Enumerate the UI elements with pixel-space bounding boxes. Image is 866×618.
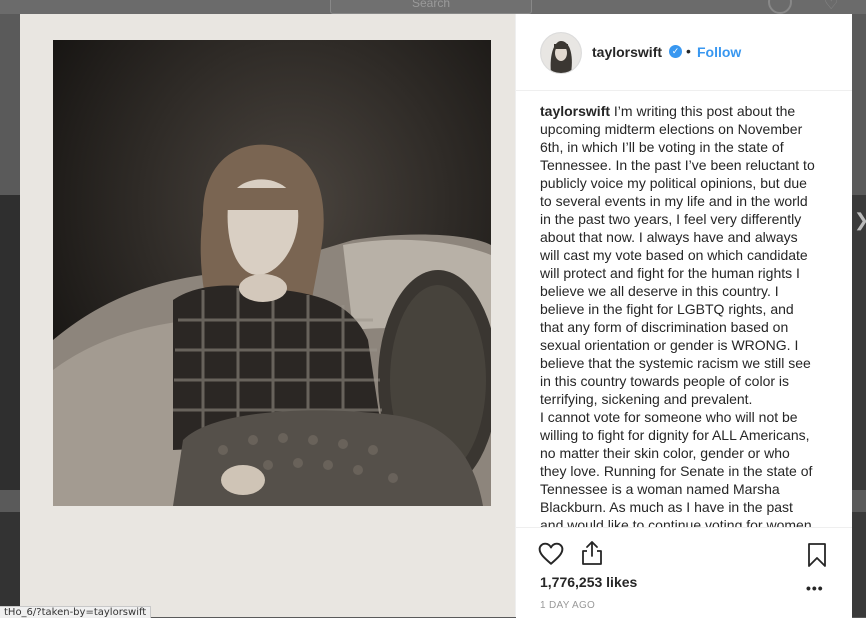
caption-line: will cast my vote based on which candida… (540, 247, 808, 263)
background-heart-icon: ♡ (824, 0, 839, 13)
caption-line: and would like to continue voting for wo… (540, 517, 812, 527)
caption-line: taylorswift I’m writing this post about … (540, 103, 796, 119)
post-header: taylorswift ✓ • Follow (516, 14, 852, 91)
caption-line: publicly voice my political opinions, bu… (540, 175, 807, 191)
background-image-right (851, 195, 866, 490)
follow-button[interactable]: Follow (697, 44, 741, 60)
polaroid-photo (53, 40, 491, 506)
caption-username[interactable]: taylorswift (540, 103, 610, 119)
bookmark-icon[interactable] (806, 542, 828, 568)
caption-line: willing to fight for dignity for ALL Ame… (540, 427, 810, 443)
caption-line: to several events in my life and in the … (540, 193, 808, 209)
verified-badge-icon: ✓ (669, 45, 682, 58)
background-image-bottom-right (851, 512, 866, 617)
caption-line: will protect and fight for the human rig… (540, 265, 800, 281)
caption-line: in this country towards people of color … (540, 373, 790, 389)
caption-line: I cannot vote for someone who will not b… (540, 409, 798, 425)
caption-line: about that now. I always have and always (540, 229, 798, 245)
post-modal: taylorswift ✓ • Follow taylorswift I’m w… (20, 14, 852, 618)
caption-line: in the past two years, I feel very diffe… (540, 211, 802, 227)
background-image-left (0, 195, 20, 490)
caption-line: believe in the fight for LGBTQ rights, a… (540, 301, 794, 317)
caption-line: believe that the systemic racism we stil… (540, 355, 811, 371)
more-options-button[interactable]: ••• (806, 580, 824, 596)
post-caption: taylorswift I’m writing this post about … (540, 102, 832, 527)
likes-count[interactable]: 1,776,253 likes (540, 574, 637, 590)
caption-line: that any form of discrimination based on (540, 319, 789, 335)
caption-line: Tennessee is a woman named Marsha (540, 481, 780, 497)
caption-line: upcoming midterm elections on November (540, 121, 803, 137)
browser-status-url: tHo_6/?taken-by=taylorswift (0, 606, 152, 618)
post-image-area (20, 14, 515, 617)
caption-line: no matter their skin color, gender or wh… (540, 445, 790, 461)
header-username[interactable]: taylorswift (592, 44, 662, 60)
share-icon[interactable] (580, 540, 604, 566)
caption-line: terrifying, sickening and prevalent. (540, 391, 753, 407)
post-timestamp[interactable]: 1 DAY AGO (540, 600, 595, 611)
caption-line: 6th, in which I’ll be voting in the stat… (540, 139, 784, 155)
caption-line: believe we all deserve in this country. … (540, 283, 779, 299)
post-side-panel: taylorswift ✓ • Follow taylorswift I’m w… (515, 14, 852, 618)
avatar[interactable] (540, 32, 582, 74)
post-actions: 1,776,253 likes ••• 1 DAY AGO (516, 527, 852, 618)
background-image-bottom-left (0, 512, 20, 617)
heart-icon[interactable] (538, 541, 564, 567)
caption-line: Blackburn. As much as I have in the past (540, 499, 793, 515)
separator-dot: • (686, 43, 691, 59)
background-search-input: Search (330, 0, 532, 14)
caption-line: they love. Running for Senate in the sta… (540, 463, 813, 479)
caption-line: Tennessee. In the past I’ve been relucta… (540, 157, 815, 173)
photo-illustration (53, 40, 491, 506)
caption-line: sexual orientation or gender is WRONG. I (540, 337, 799, 353)
avatar-image (541, 33, 581, 73)
next-arrow-icon[interactable]: ❯ (854, 210, 866, 231)
